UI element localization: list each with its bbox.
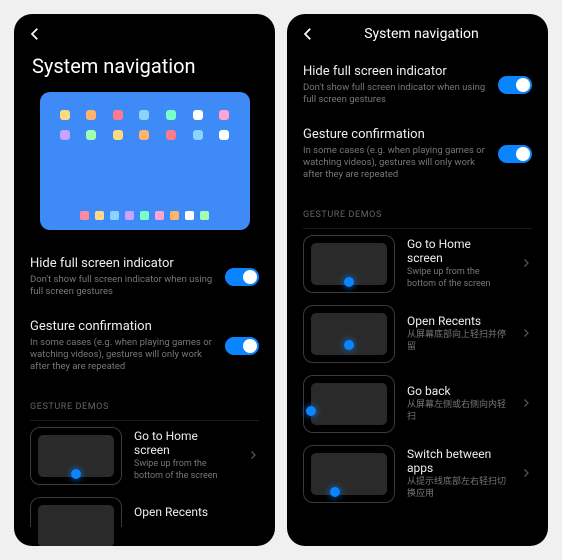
toggle-switch[interactable] — [225, 337, 259, 355]
phone-left: System navigation Hide full screen indic… — [14, 14, 275, 546]
setting-title: Hide full screen indicator — [303, 64, 488, 79]
chevron-right-icon — [520, 324, 532, 343]
demo-switch-apps[interactable]: Switch between apps 从提示线底部左右轻扫切换应用 — [301, 439, 534, 509]
demo-desc: 从屏幕左侧或右侧向内轻扫 — [407, 400, 508, 423]
setting-desc: In some cases (e.g. when playing games o… — [30, 337, 215, 374]
chevron-right-icon — [520, 254, 532, 273]
setting-title: Gesture confirmation — [30, 319, 215, 334]
demo-thumbnail — [303, 305, 395, 363]
page-title: System navigation — [14, 48, 275, 92]
demo-thumbnail — [303, 445, 395, 503]
demo-desc: 从屏幕底部向上轻扫并停留 — [407, 330, 508, 353]
page-title: System navigation — [327, 26, 536, 42]
chevron-right-icon — [520, 394, 532, 413]
demo-go-home[interactable]: Go to Home screen Swipe up from the bott… — [28, 421, 261, 491]
setting-desc: Don't show full screen indicator when us… — [303, 82, 488, 107]
back-icon[interactable] — [26, 25, 44, 43]
demo-desc: 从提示线底部左右轻扫切换应用 — [407, 477, 508, 500]
demo-go-back[interactable]: Go back 从屏幕左侧或右侧向内轻扫 — [301, 369, 534, 439]
phone-right: System navigation Hide full screen indic… — [287, 14, 548, 546]
setting-gesture-confirmation[interactable]: Gesture confirmation In some cases (e.g.… — [301, 117, 534, 192]
demo-go-home[interactable]: Go to Home screen Swipe up from the bott… — [301, 229, 534, 299]
demo-desc: Swipe up from the bottom of the screen — [134, 459, 235, 482]
demo-thumbnail — [30, 427, 122, 485]
demo-thumbnail — [303, 375, 395, 433]
tablet-preview-illustration — [40, 92, 250, 230]
setting-desc: In some cases (e.g. when playing games o… — [303, 145, 488, 182]
demo-thumbnail — [303, 235, 395, 293]
demo-title: Go to Home screen — [134, 429, 235, 457]
demo-title: Open Recents — [407, 314, 508, 328]
demo-title: Go back — [407, 384, 508, 398]
demo-thumbnail — [30, 497, 122, 527]
back-icon[interactable] — [299, 25, 317, 43]
section-label: GESTURE DEMOS — [303, 210, 532, 220]
topbar: System navigation — [287, 14, 548, 48]
chevron-right-icon — [520, 464, 532, 483]
toggle-switch[interactable] — [225, 268, 259, 286]
demo-desc: Swipe up from the bottom of the screen — [407, 267, 508, 290]
setting-hide-indicator[interactable]: Hide full screen indicator Don't show fu… — [28, 246, 261, 309]
demo-open-recents[interactable]: Open Recents — [28, 491, 261, 533]
demo-title: Switch between apps — [407, 447, 508, 475]
demo-open-recents[interactable]: Open Recents 从屏幕底部向上轻扫并停留 — [301, 299, 534, 369]
chevron-right-icon — [247, 446, 259, 465]
demo-title: Go to Home screen — [407, 237, 508, 265]
setting-title: Gesture confirmation — [303, 127, 488, 142]
section-label: GESTURE DEMOS — [30, 402, 259, 412]
toggle-switch[interactable] — [498, 145, 532, 163]
setting-title: Hide full screen indicator — [30, 256, 215, 271]
topbar — [14, 14, 275, 48]
setting-desc: Don't show full screen indicator when us… — [30, 274, 215, 299]
setting-gesture-confirmation[interactable]: Gesture confirmation In some cases (e.g.… — [28, 309, 261, 384]
demo-title: Open Recents — [134, 505, 259, 519]
toggle-switch[interactable] — [498, 76, 532, 94]
setting-hide-indicator[interactable]: Hide full screen indicator Don't show fu… — [301, 54, 534, 117]
